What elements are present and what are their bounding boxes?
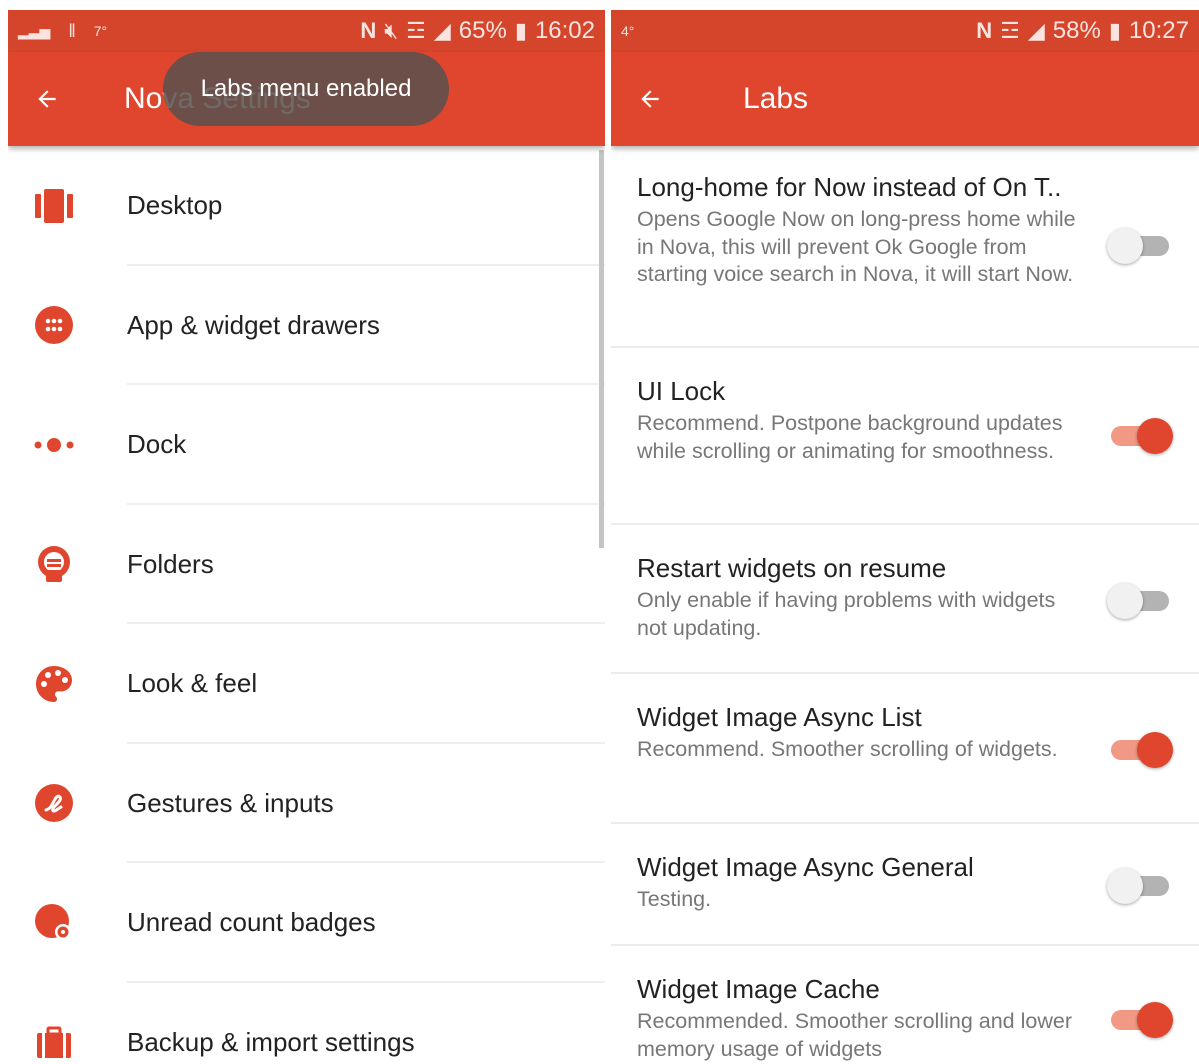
menu-label: App & widget drawers xyxy=(127,309,380,340)
setting-description: Only enable if having problems with widg… xyxy=(637,588,1056,640)
gesture-icon xyxy=(34,783,74,823)
setting-description: Recommended. Smoother scrolling and lowe… xyxy=(637,1009,1072,1061)
temperature-text: 7° xyxy=(93,23,108,39)
menu-item-folders[interactable]: Folders xyxy=(8,505,605,624)
toggle-switch[interactable] xyxy=(1107,416,1173,456)
setting-title: Restart widgets on resume xyxy=(637,553,947,583)
switch-thumb xyxy=(1107,228,1143,264)
setting-description: Testing. xyxy=(637,887,712,911)
menu-label: Backup & import settings xyxy=(127,1026,415,1057)
menu-label: Gestures & inputs xyxy=(127,787,334,818)
battery-percent: 58% xyxy=(1052,17,1101,44)
menu-item-gestures-inputs[interactable]: Gestures & inputs xyxy=(8,744,605,863)
toggle-switch[interactable] xyxy=(1107,1000,1173,1040)
cell-signal-icon: ◢ xyxy=(1027,18,1045,43)
status-bar: 4° N ☲ ◢ 58% ▮ 10:27 xyxy=(611,10,1199,52)
setting-widget-async-general[interactable]: Widget Image Async General Testing. xyxy=(611,824,1199,946)
temperature-text: 4° xyxy=(621,23,635,39)
folder-icon xyxy=(34,544,74,584)
status-bar: ▂▃▅ ‖ 7° N 🔇︎ ☲ ◢ 65% ▮ 16:02 xyxy=(8,10,605,52)
menu-item-look-feel[interactable]: Look & feel xyxy=(8,624,605,744)
nfc-icon: N xyxy=(360,18,377,43)
signal-bars-icon: ▂▃▅ xyxy=(18,23,51,39)
app-bar: Labs xyxy=(611,52,1199,146)
toggle-switch[interactable] xyxy=(1107,866,1173,906)
scrollbar[interactable] xyxy=(599,150,604,548)
battery-icon: ▮ xyxy=(514,18,527,43)
back-arrow-icon[interactable] xyxy=(637,86,663,112)
toggle-switch[interactable] xyxy=(1107,581,1173,621)
setting-description: Opens Google Now on long-press home whil… xyxy=(637,207,1076,286)
clock: 10:27 xyxy=(1128,17,1189,44)
cell-signal-icon: ◢ xyxy=(433,18,451,43)
setting-widget-image-cache[interactable]: Widget Image Cache Recommended. Smoother… xyxy=(611,946,1199,1064)
switch-thumb xyxy=(1107,868,1143,904)
setting-widget-async-list[interactable]: Widget Image Async List Recommend. Smoot… xyxy=(611,674,1199,824)
setting-title: UI Lock xyxy=(637,376,726,406)
desktop-icon xyxy=(34,186,74,226)
menu-item-desktop[interactable]: Desktop xyxy=(8,146,605,266)
back-arrow-icon[interactable] xyxy=(34,86,60,112)
setting-title: Long-home for Now instead of On T.. xyxy=(637,172,1062,202)
toast-message: Labs menu enabled xyxy=(163,52,449,126)
menu-label: Desktop xyxy=(127,190,223,221)
dock-icon xyxy=(34,425,74,465)
menu-item-backup-import[interactable]: Backup & import settings xyxy=(8,983,605,1064)
battery-icon: ▮ xyxy=(1108,18,1121,43)
wifi-icon: ☲ xyxy=(406,18,426,43)
switch-thumb xyxy=(1107,583,1143,619)
setting-title: Widget Image Async List xyxy=(637,702,922,732)
menu-item-app-widget-drawers[interactable]: App & widget drawers xyxy=(8,266,605,385)
nfc-icon: N xyxy=(976,18,993,43)
menu-label: Unread count badges xyxy=(127,907,376,938)
toggle-switch[interactable] xyxy=(1107,730,1173,770)
setting-long-home[interactable]: Long-home for Now instead of On T.. Open… xyxy=(611,146,1199,348)
settings-menu: Desktop App & widget drawers Dock Folder… xyxy=(8,146,605,1064)
app-drawer-icon xyxy=(34,305,74,345)
setting-restart-widgets[interactable]: Restart widgets on resume Only enable if… xyxy=(611,525,1199,674)
menu-label: Folders xyxy=(127,548,214,579)
switch-thumb xyxy=(1137,1002,1173,1038)
pause-icon: ‖ xyxy=(68,20,76,41)
wifi-icon: ☲ xyxy=(1000,18,1020,43)
setting-title: Widget Image Async General xyxy=(637,852,974,882)
page-title: Labs xyxy=(743,82,809,115)
toggle-switch[interactable] xyxy=(1107,226,1173,266)
setting-description: Recommend. Smoother scrolling of widgets… xyxy=(637,737,1058,761)
palette-icon xyxy=(34,664,74,704)
nova-settings-screen: ▂▃▅ ‖ 7° N 🔇︎ ☲ ◢ 65% ▮ 16:02 Nova Setti… xyxy=(8,10,605,1064)
battery-percent: 65% xyxy=(458,17,507,44)
setting-ui-lock[interactable]: UI Lock Recommend. Postpone background u… xyxy=(611,348,1199,525)
backup-icon xyxy=(34,1022,74,1062)
menu-label: Dock xyxy=(127,429,187,460)
mute-icon: 🔇︎ xyxy=(384,18,399,43)
clock: 16:02 xyxy=(534,17,595,44)
labs-settings-list: Long-home for Now instead of On T.. Open… xyxy=(611,146,1199,1064)
menu-item-dock[interactable]: Dock xyxy=(8,385,605,505)
badge-icon xyxy=(34,903,74,943)
switch-thumb xyxy=(1137,732,1173,768)
setting-description: Recommend. Postpone background updates w… xyxy=(637,411,1063,463)
switch-thumb xyxy=(1137,418,1173,454)
menu-item-unread-badges[interactable]: Unread count badges xyxy=(8,863,605,983)
menu-label: Look & feel xyxy=(127,668,258,699)
setting-title: Widget Image Cache xyxy=(637,974,880,1004)
labs-screen: 4° N ☲ ◢ 58% ▮ 10:27 Labs Long-home for … xyxy=(611,10,1199,1064)
